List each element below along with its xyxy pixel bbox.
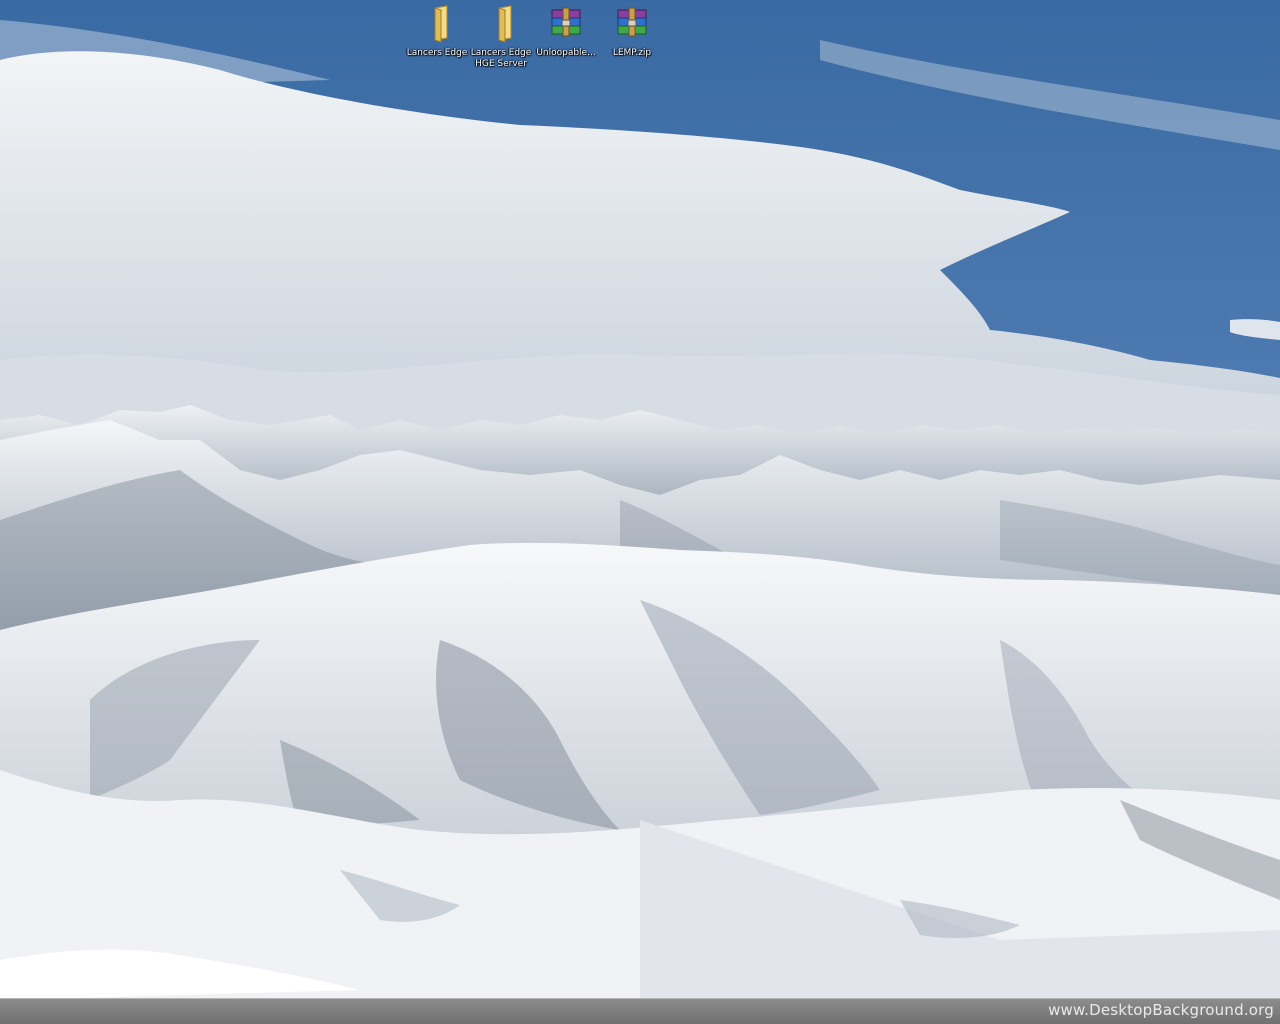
desktop-icon-label: Unloopable... <box>536 48 596 58</box>
winrar-archive-icon <box>551 7 581 37</box>
desktop-icon-lemp-zip[interactable]: LEMP.zip <box>600 4 664 59</box>
watermark-text: www.DesktopBackground.org <box>1048 1001 1274 1019</box>
desktop[interactable]: Lancers Edge Lancers Edge HGE Server Unl… <box>0 0 1280 1024</box>
desktop-icon-lancers-edge-hge-server[interactable]: Lancers Edge HGE Server <box>469 4 533 70</box>
desktop-icon-label: Lancers Edge HGE Server <box>470 48 532 69</box>
desktop-icon-lancers-edge[interactable]: Lancers Edge <box>405 4 469 59</box>
winrar-archive-icon <box>617 7 647 37</box>
desktop-icon-label: LEMP.zip <box>612 48 652 58</box>
desktop-icon-unloopable[interactable]: Unloopable... <box>534 4 598 59</box>
desktop-icon-label: Lancers Edge <box>406 48 468 58</box>
folder-icon <box>498 5 512 43</box>
folder-icon <box>434 5 448 43</box>
wallpaper-mountains <box>0 0 1280 1024</box>
